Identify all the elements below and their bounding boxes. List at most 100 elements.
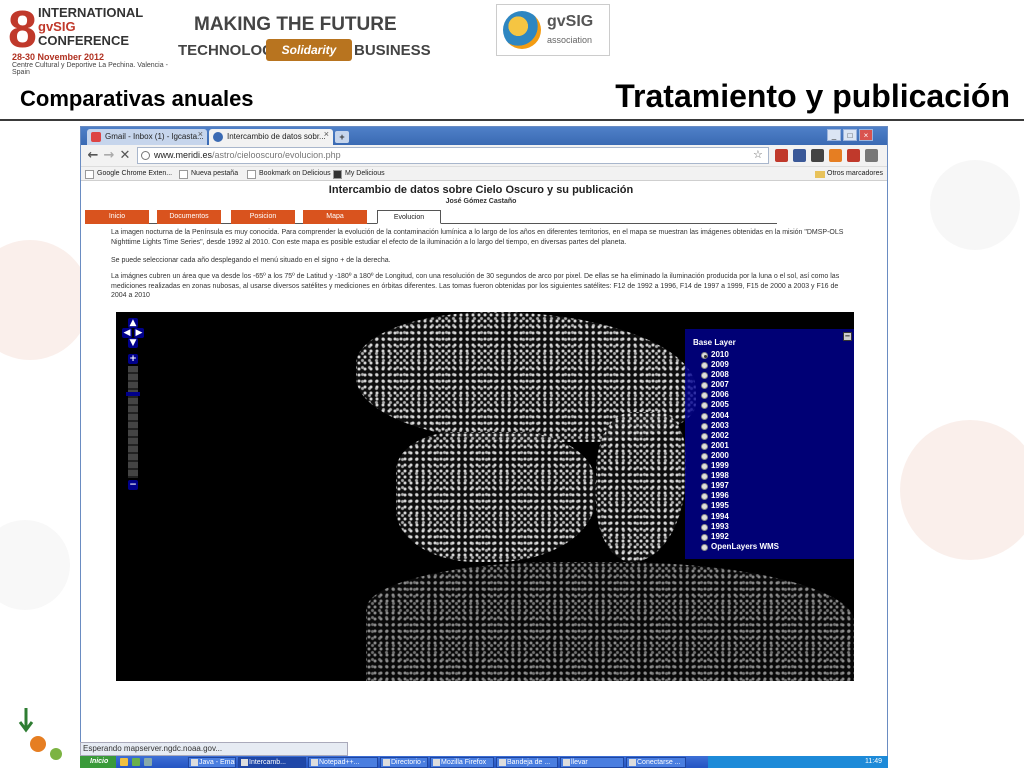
tab-gmail[interactable]: Gmail - Inbox (1) - lgcasta... × <box>87 129 207 145</box>
layer-option[interactable]: 2003 <box>701 421 779 431</box>
layer-radio[interactable] <box>701 432 708 440</box>
taskbar-task[interactable]: llevar <box>560 757 624 768</box>
layer-option[interactable]: 1999 <box>701 461 779 471</box>
pan-down-icon[interactable]: ▼ <box>128 338 138 348</box>
layer-radio[interactable] <box>701 352 708 359</box>
new-tab-button[interactable]: + <box>335 131 349 143</box>
layer-radio[interactable] <box>701 392 708 400</box>
quick-launch-icon[interactable] <box>132 758 140 766</box>
layer-option[interactable]: 2007 <box>701 380 779 390</box>
other-bookmarks[interactable]: Otros marcadores <box>815 168 883 180</box>
nav-tab-inicio[interactable]: Inicio <box>85 210 149 224</box>
extension-icon[interactable] <box>847 149 860 162</box>
app-icon <box>191 759 198 766</box>
close-window-button[interactable]: × <box>859 129 873 141</box>
layer-radio[interactable] <box>701 483 708 491</box>
layer-radio[interactable] <box>701 543 708 551</box>
bookmark-item[interactable]: Nueva pestaña <box>179 168 238 180</box>
layer-radio[interactable] <box>701 402 708 410</box>
taskbar-task[interactable]: Bandeja de ... <box>496 757 558 768</box>
layer-option[interactable]: 2002 <box>701 431 779 441</box>
close-tab-icon[interactable]: × <box>198 129 203 139</box>
minimize-layer-switcher-button[interactable]: − <box>843 332 852 341</box>
back-button[interactable]: ← <box>85 148 101 164</box>
page-content: Intercambio de datos sobre Cielo Oscuro … <box>81 182 887 769</box>
close-tab-icon[interactable]: × <box>324 129 329 139</box>
minimize-button[interactable]: _ <box>827 129 841 141</box>
pan-up-icon[interactable]: ▲ <box>128 318 138 328</box>
layer-option[interactable]: 1998 <box>701 471 779 481</box>
taskbar-task[interactable]: Mozilla Firefox <box>430 757 494 768</box>
nav-tab-mapa[interactable]: Mapa <box>303 210 367 224</box>
layer-option[interactable]: 2004 <box>701 411 779 421</box>
layer-radio[interactable] <box>701 493 708 501</box>
layer-option[interactable]: 2005 <box>701 400 779 410</box>
pan-right-icon[interactable]: ▶ <box>134 328 144 338</box>
layer-radio[interactable] <box>701 523 708 531</box>
layer-option[interactable]: 2006 <box>701 390 779 400</box>
layer-option[interactable]: 2009 <box>701 360 779 370</box>
layer-option[interactable]: 1994 <box>701 512 779 522</box>
layer-radio[interactable] <box>701 362 708 370</box>
layer-option[interactable]: OpenLayers WMS <box>701 542 779 552</box>
taskbar-task[interactable]: Java - Email... <box>188 757 236 768</box>
wrench-icon[interactable] <box>865 149 878 162</box>
layer-option[interactable]: 1993 <box>701 522 779 532</box>
layer-radio[interactable] <box>701 372 708 380</box>
taskbar-task[interactable]: Conectarse ... <box>626 757 686 768</box>
layer-option[interactable]: 1992 <box>701 532 779 542</box>
taskbar-task[interactable]: Intercamb... <box>238 757 306 768</box>
bookmark-item[interactable]: My Delicious <box>333 168 385 180</box>
extension-icon[interactable] <box>793 149 806 162</box>
maximize-button[interactable]: □ <box>843 129 857 141</box>
layer-option[interactable]: 2010 <box>701 350 779 360</box>
layer-option[interactable]: 2000 <box>701 451 779 461</box>
layer-radio[interactable] <box>701 513 708 521</box>
layer-radio[interactable] <box>701 382 708 390</box>
layer-radio[interactable] <box>701 422 708 430</box>
extension-icon[interactable] <box>811 149 824 162</box>
pan-left-icon[interactable]: ◀ <box>122 328 132 338</box>
layer-radio[interactable] <box>701 473 708 481</box>
taskbar-task[interactable]: Directorio - ... <box>380 757 428 768</box>
taskbar-task[interactable]: Notepad++... <box>308 757 378 768</box>
zoom-out-button[interactable]: − <box>128 480 138 490</box>
layer-option[interactable]: 1996 <box>701 491 779 501</box>
nav-tab-posicion[interactable]: Posicion <box>231 210 295 224</box>
quick-launch-icon[interactable] <box>120 758 128 766</box>
bookmarks-bar: Google Chrome Exten... Nueva pestaña Boo… <box>81 167 887 181</box>
layer-option[interactable]: 2001 <box>701 441 779 451</box>
layer-option[interactable]: 1997 <box>701 481 779 491</box>
url-host: www.meridi.es <box>154 150 213 160</box>
start-button[interactable]: Inicio <box>80 756 116 768</box>
extension-icon[interactable] <box>775 149 788 162</box>
stop-button[interactable]: ✕ <box>117 148 133 164</box>
browser-toolbar: ← → ✕ www.meridi.es/astro/cielooscuro/ev… <box>81 145 887 167</box>
bookmark-item[interactable]: Bookmark on Delicious <box>247 168 331 180</box>
layer-radio[interactable] <box>701 463 708 471</box>
layer-radio[interactable] <box>701 533 708 541</box>
quick-launch-icon[interactable] <box>144 758 152 766</box>
zoom-bar[interactable] <box>128 366 138 478</box>
page-heading: Intercambio de datos sobre Cielo Oscuro … <box>328 184 634 196</box>
zoom-slider-handle[interactable] <box>126 392 140 396</box>
zoom-in-button[interactable]: + <box>128 354 138 364</box>
tab-intercambio[interactable]: Intercambio de datos sobr... × <box>209 129 333 145</box>
layer-radio[interactable] <box>701 503 708 511</box>
layer-option[interactable]: 2008 <box>701 370 779 380</box>
tab-label: Intercambio de datos sobr... <box>227 132 326 141</box>
bookmark-label: Otros marcadores <box>827 170 884 177</box>
app-icon <box>433 759 440 766</box>
nav-tab-evolucion[interactable]: Evolucion <box>377 210 441 224</box>
layer-radio[interactable] <box>701 452 708 460</box>
forward-button[interactable]: → <box>101 148 117 164</box>
bookmark-star-icon[interactable]: ☆ <box>753 148 763 161</box>
address-bar[interactable]: www.meridi.es/astro/cielooscuro/evolucio… <box>137 147 769 164</box>
layer-radio[interactable] <box>701 442 708 450</box>
night-lights-map[interactable]: ▲ ◀ ▶ ▼ + − − Base Layer 2010 2009 2008 200… <box>116 312 854 681</box>
layer-radio[interactable] <box>701 412 708 420</box>
bookmark-item[interactable]: Google Chrome Exten... <box>85 168 172 180</box>
layer-option[interactable]: 1995 <box>701 501 779 511</box>
extension-icon[interactable] <box>829 149 842 162</box>
nav-tab-documentos[interactable]: Documentos <box>157 210 221 224</box>
